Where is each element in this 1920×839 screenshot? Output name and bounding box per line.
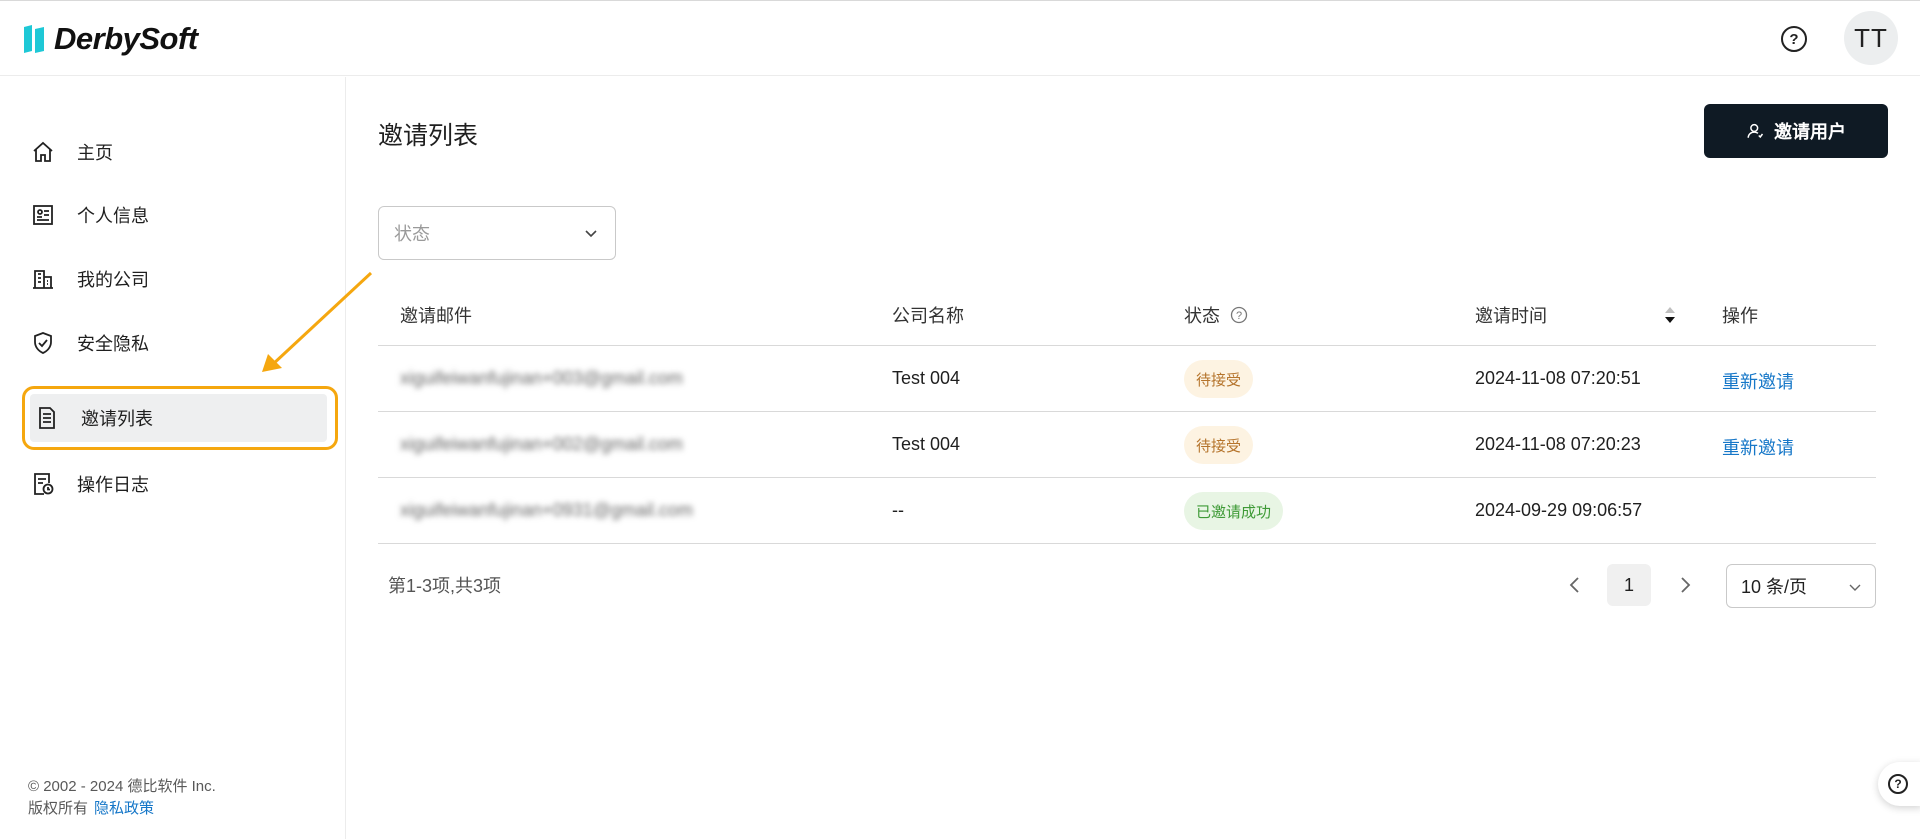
profile-card-icon [30,202,56,228]
active-item-background [30,394,327,442]
chevron-left-icon[interactable] [1564,574,1586,596]
document-list-icon [34,405,60,431]
sidebar-item-home[interactable]: 主页 [26,125,328,179]
sidebar: 主页 个人信息 我的公司 安全隐私 邀请列表 操作日志 © 2002 - 202… [0,77,346,839]
table-row: xiguifeiwanfujinan+0931@gmail.com -- 已邀请… [378,478,1876,544]
page-title: 邀请列表 [378,122,479,150]
status-help-icon[interactable]: ? [1230,306,1248,324]
sort-icon[interactable] [1663,304,1677,326]
status-badge: 待接受 [1184,426,1254,464]
sidebar-item-label: 我的公司 [77,270,149,290]
invite-time: 2024-11-08 07:20:23 [1475,434,1641,454]
svg-text:?: ? [1236,310,1242,322]
company-name: Test 004 [892,368,961,388]
invite-user-button[interactable]: 邀请用户 [1704,104,1888,158]
invite-email: xiguifeiwanfujinan+0931@gmail.com [400,500,693,520]
chevron-down-icon [1849,584,1861,591]
shield-check-icon [30,330,56,356]
table-row: xiguifeiwanfujinan+003@gmail.com Test 00… [378,346,1876,412]
column-header-email: 邀请邮件 [400,306,472,326]
building-icon [30,266,56,292]
privacy-policy-link[interactable]: 隐私政策 [94,800,154,817]
table-row: xiguifeiwanfujinan+002@gmail.com Test 00… [378,412,1876,478]
sidebar-item-label: 操作日志 [77,475,149,495]
status-badge: 已邀请成功 [1184,492,1284,530]
table-header: 邀请邮件 公司名称 状态 ? 邀请时间 操作 [378,282,1876,346]
status-filter-placeholder: 状态 [394,224,430,244]
status-badge: 待接受 [1184,360,1254,398]
sidebar-item-label: 主页 [77,143,113,163]
top-header: DerbySoft ? TT [0,0,1920,76]
pagination-page-1[interactable]: 1 [1607,564,1651,606]
derbysoft-logo-icon [24,25,44,53]
column-header-status: 状态 ? [1184,302,1248,328]
logo-text: DerbySoft [54,21,198,56]
status-filter-select[interactable]: 状态 [378,206,616,260]
footer-rights-text: 版权所有 [28,800,89,817]
footer-rights: 版权所有 隐私政策 [28,797,154,818]
chevron-right-icon[interactable] [1674,574,1696,596]
derbysoft-logo[interactable]: DerbySoft [22,21,198,57]
column-header-invite-time: 邀请时间 [1475,306,1547,326]
invite-time: 2024-11-08 07:20:51 [1475,368,1641,388]
company-name: -- [892,500,904,520]
page-size-select[interactable]: 10 条/页 [1726,564,1876,608]
column-header-company: 公司名称 [892,306,964,326]
log-clock-icon [30,471,56,497]
sidebar-item-invite-list[interactable]: 邀请列表 [22,386,338,450]
column-header-status-label: 状态 [1184,306,1220,326]
floating-help-button[interactable]: ? [1878,762,1920,806]
invite-email: xiguifeiwanfujinan+003@gmail.com [400,368,683,388]
company-name: Test 004 [892,434,961,454]
chevron-down-icon [585,230,597,238]
invite-email: xiguifeiwanfujinan+002@gmail.com [400,434,683,454]
page-size-value: 10 条/页 [1741,577,1808,597]
sidebar-item-label: 邀请列表 [81,409,153,429]
sidebar-item-label: 安全隐私 [77,334,149,354]
user-avatar[interactable]: TT [1844,11,1898,65]
sidebar-item-operation-log[interactable]: 操作日志 [26,457,328,511]
invite-table: 邀请邮件 公司名称 状态 ? 邀请时间 操作 xiguifeiwanfujina… [378,282,1876,544]
sidebar-item-profile[interactable]: 个人信息 [26,188,328,242]
reinvite-link[interactable]: 重新邀请 [1722,368,1794,394]
user-add-icon [1747,123,1764,139]
invite-user-label: 邀请用户 [1774,122,1846,142]
help-question-icon[interactable]: ? [1781,26,1807,52]
reinvite-link[interactable]: 重新邀请 [1722,434,1794,460]
column-header-actions: 操作 [1722,306,1758,326]
invite-time: 2024-09-29 09:06:57 [1475,500,1643,520]
home-icon [30,139,56,165]
annotation-arrow-icon [262,271,373,372]
sidebar-item-label: 个人信息 [77,206,149,226]
footer-copyright: © 2002 - 2024 德比软件 Inc. [28,778,216,795]
help-question-icon: ? [1888,774,1908,794]
pagination-summary: 第1-3项,共3项 [388,576,502,596]
